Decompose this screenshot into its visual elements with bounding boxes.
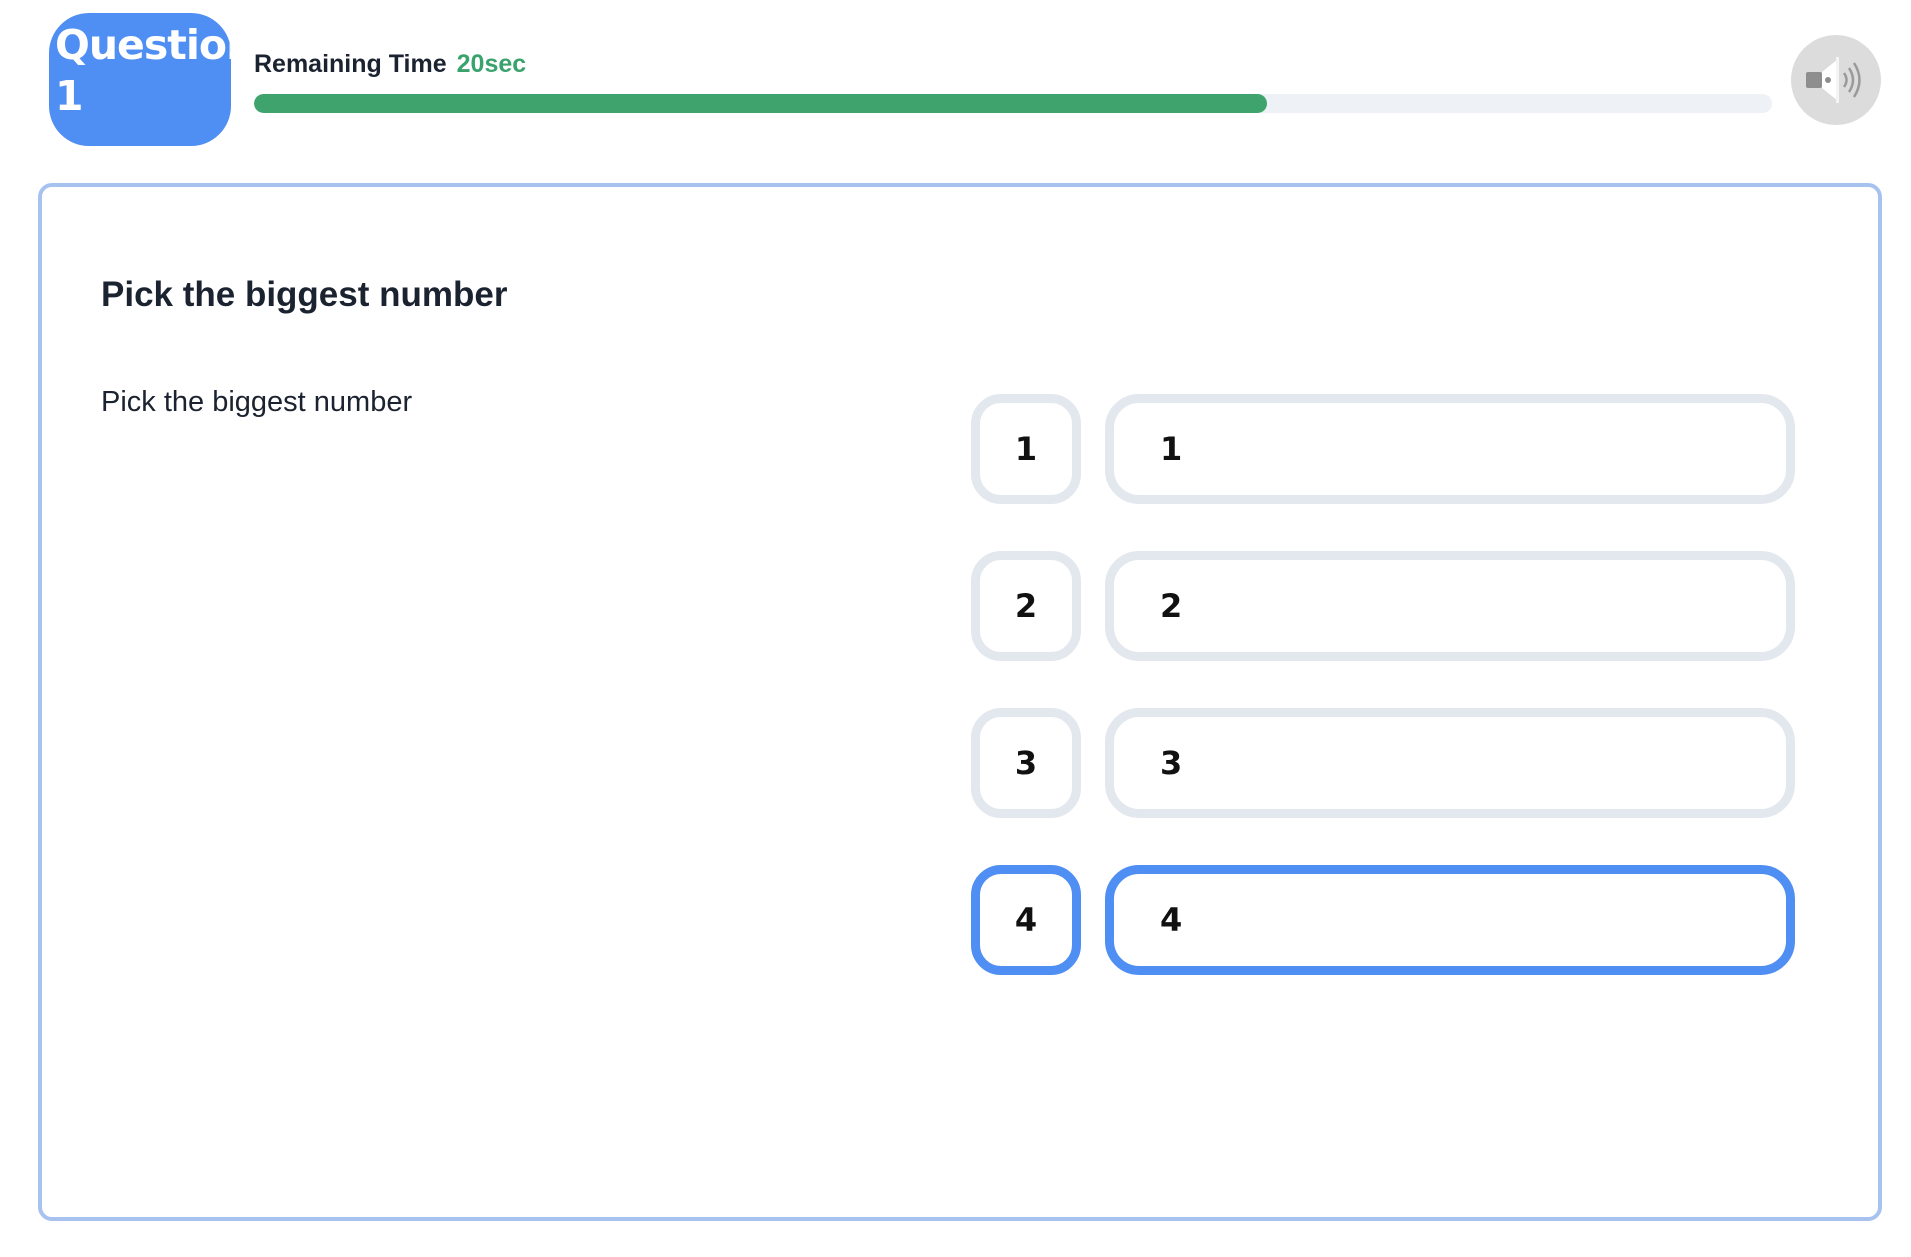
remaining-time: Remaining Time 20sec: [254, 50, 526, 79]
option-answer-box[interactable]: 4: [1105, 865, 1795, 975]
time-progress-fill: [254, 94, 1267, 113]
sound-button[interactable]: [1791, 35, 1881, 125]
question-label: Question: [55, 21, 231, 69]
quiz-header: Question 1 Remaining Time 20sec: [0, 0, 1911, 180]
option-key-badge[interactable]: 2: [971, 551, 1081, 661]
option-answer-box[interactable]: 3: [1105, 708, 1795, 818]
remaining-time-value: 20sec: [456, 50, 527, 78]
question-badge: Question 1: [49, 13, 231, 146]
answer-option-3[interactable]: 3 3: [971, 708, 1801, 818]
question-title: Pick the biggest number: [101, 275, 508, 314]
time-progress-bar: [254, 94, 1772, 113]
question-card: Pick the biggest number Pick the biggest…: [38, 183, 1882, 1221]
option-key-badge[interactable]: 4: [971, 865, 1081, 975]
question-number: 1: [55, 72, 84, 120]
question-text: Pick the biggest number: [101, 386, 413, 418]
answer-option-4[interactable]: 4 4: [971, 865, 1801, 975]
answer-option-2[interactable]: 2 2: [971, 551, 1801, 661]
answer-options: 1 1 2 2 3 3 4 4: [971, 394, 1801, 1022]
option-key-badge[interactable]: 1: [971, 394, 1081, 504]
option-answer-box[interactable]: 1: [1105, 394, 1795, 504]
speaker-icon: [1806, 57, 1861, 103]
option-key-badge[interactable]: 3: [971, 708, 1081, 818]
remaining-time-label: Remaining Time: [254, 50, 447, 78]
answer-option-1[interactable]: 1 1: [971, 394, 1801, 504]
option-answer-box[interactable]: 2: [1105, 551, 1795, 661]
